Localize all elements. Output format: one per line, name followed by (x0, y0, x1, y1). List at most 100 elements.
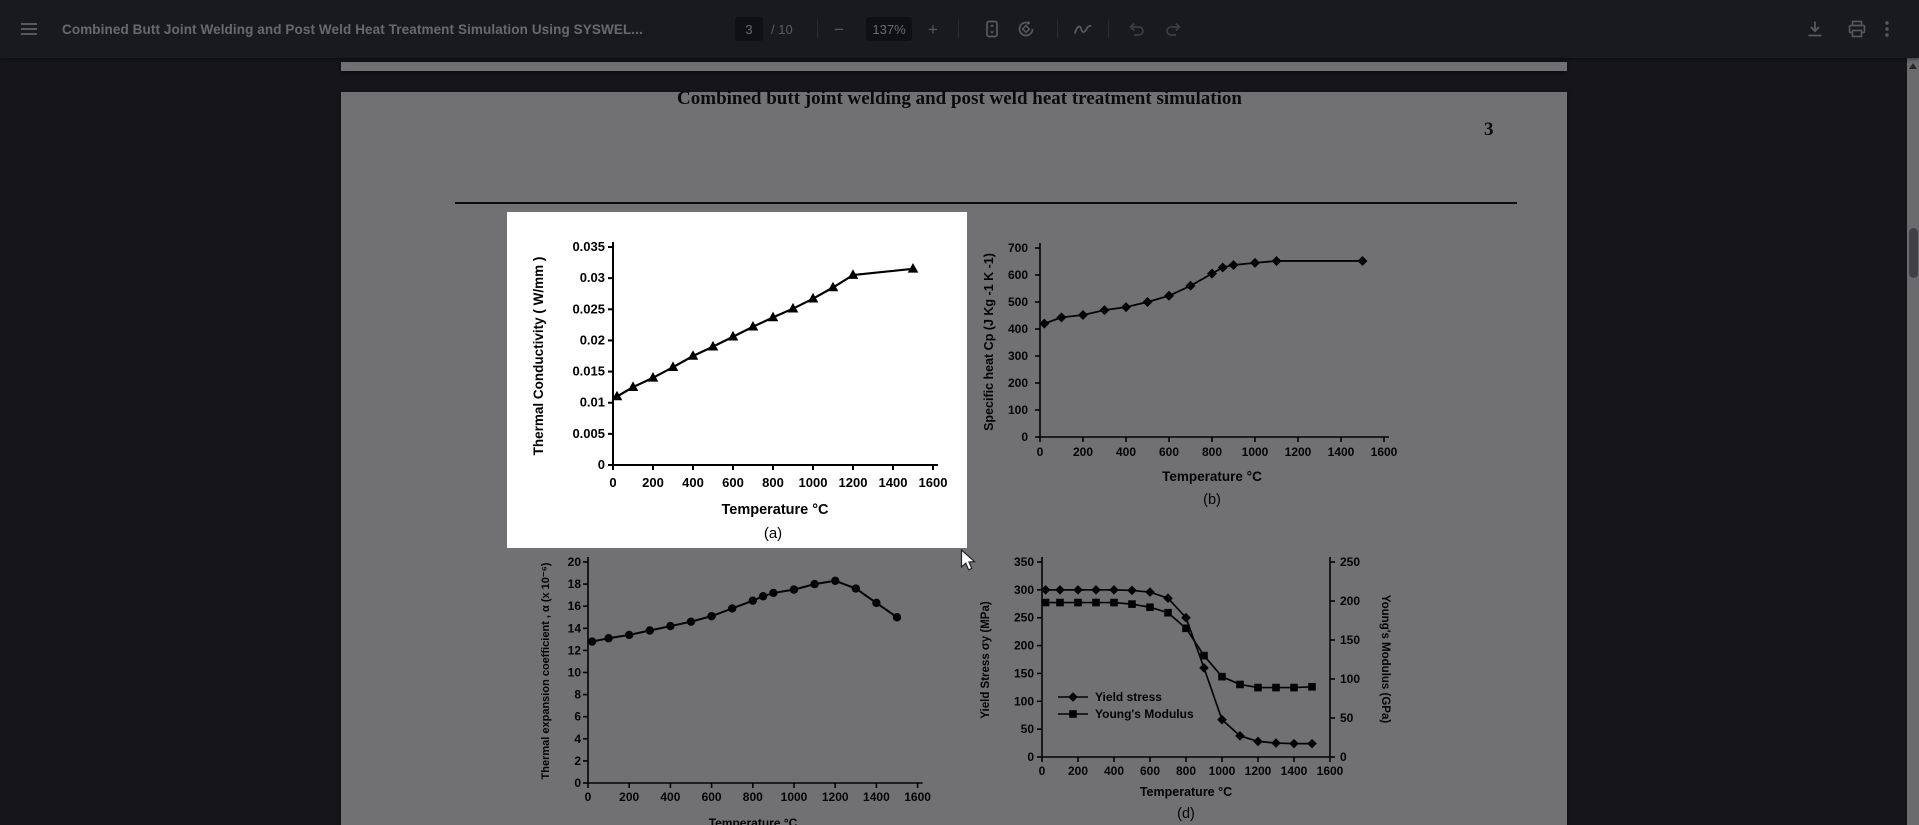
zoom-level-input[interactable]: 137% (866, 17, 912, 41)
svg-text:10: 10 (568, 666, 582, 680)
svg-text:0: 0 (1021, 430, 1028, 444)
svg-text:1000: 1000 (781, 790, 808, 804)
svg-text:(d): (d) (1177, 806, 1195, 822)
svg-text:1000: 1000 (1242, 445, 1269, 459)
svg-text:500: 500 (1008, 295, 1028, 309)
scrollbar-thumb[interactable] (1909, 228, 1918, 278)
fit-to-page-icon (982, 19, 1002, 39)
svg-text:200: 200 (619, 790, 639, 804)
svg-text:200: 200 (1340, 594, 1360, 608)
svg-text:350: 350 (1014, 555, 1034, 569)
svg-text:1600: 1600 (904, 790, 931, 804)
download-button[interactable] (1800, 14, 1830, 44)
svg-text:1200: 1200 (1285, 445, 1312, 459)
more-options-button[interactable] (1872, 14, 1902, 44)
svg-text:100: 100 (1014, 694, 1034, 708)
toolbar-separator (1057, 20, 1058, 38)
page-number-input[interactable]: 3 (735, 17, 763, 41)
chart-c: 0200400600800100012001400160002468101214… (540, 555, 931, 825)
svg-text:1400: 1400 (879, 475, 908, 490)
svg-text:400: 400 (682, 475, 704, 490)
scrollbar-up-arrow-icon[interactable] (1907, 60, 1919, 72)
svg-text:1400: 1400 (1328, 445, 1355, 459)
svg-text:200: 200 (642, 475, 664, 490)
svg-text:(a): (a) (764, 525, 782, 542)
svg-text:1400: 1400 (1281, 764, 1308, 778)
svg-text:1200: 1200 (1245, 764, 1272, 778)
svg-text:4: 4 (574, 732, 581, 746)
svg-text:Temperature °C: Temperature °C (721, 502, 829, 518)
svg-text:200: 200 (1068, 764, 1088, 778)
figure-material-property-charts: 0200400600800100012001400160000.0050.010… (0, 0, 1919, 825)
svg-text:400: 400 (660, 790, 680, 804)
svg-text:800: 800 (1202, 445, 1222, 459)
svg-text:Temperature °C: Temperature °C (1140, 785, 1232, 799)
svg-text:100: 100 (1008, 403, 1028, 417)
svg-text:1000: 1000 (1209, 764, 1236, 778)
svg-text:0.02: 0.02 (580, 332, 605, 347)
svg-text:50: 50 (1021, 722, 1035, 736)
svg-text:14: 14 (568, 621, 582, 635)
svg-text:1400: 1400 (863, 790, 890, 804)
menu-button[interactable] (14, 14, 44, 44)
toolbar-separator (1108, 20, 1109, 38)
undo-button[interactable] (1121, 14, 1151, 44)
chart-d: 0200400600800100012001400160005010015020… (980, 555, 1391, 822)
svg-text:Thermal expansion coefficient: Thermal expansion coefficient , α (x 10⁻… (540, 562, 552, 779)
svg-text:0: 0 (609, 475, 616, 490)
svg-text:Temperature °C: Temperature °C (1162, 469, 1262, 484)
svg-text:800: 800 (1176, 764, 1196, 778)
svg-text:0: 0 (1027, 750, 1034, 764)
rotate-button[interactable] (1011, 14, 1041, 44)
svg-text:0.005: 0.005 (572, 426, 605, 441)
svg-text:0: 0 (1340, 750, 1347, 764)
svg-text:1200: 1200 (822, 790, 849, 804)
svg-text:Specific heat Cp (J Kg -1 K -1: Specific heat Cp (J Kg -1 K -1) (982, 253, 996, 431)
zoom-in-button[interactable]: + (918, 14, 948, 44)
toolbar-separator (958, 20, 959, 38)
undo-icon (1126, 19, 1146, 39)
svg-text:250: 250 (1014, 611, 1034, 625)
svg-text:600: 600 (1140, 764, 1160, 778)
svg-text:0.01: 0.01 (580, 395, 605, 410)
svg-text:1600: 1600 (1317, 764, 1344, 778)
svg-text:0: 0 (574, 776, 581, 790)
fit-to-page-button[interactable] (977, 14, 1007, 44)
svg-text:Temperature °C: Temperature °C (709, 816, 798, 825)
redo-icon (1164, 19, 1184, 39)
chart-b: 0200400600800100012001400160001002003004… (982, 241, 1398, 508)
svg-text:(b): (b) (1203, 492, 1221, 508)
svg-text:600: 600 (1008, 268, 1028, 282)
svg-text:150: 150 (1340, 633, 1360, 647)
redo-button[interactable] (1159, 14, 1189, 44)
svg-text:12: 12 (568, 643, 582, 657)
zoom-out-button[interactable]: − (824, 14, 854, 44)
svg-text:Yield stress: Yield stress (1095, 690, 1162, 704)
svg-text:0.03: 0.03 (580, 270, 605, 285)
vertical-scrollbar[interactable] (1907, 58, 1919, 825)
svg-text:600: 600 (702, 790, 722, 804)
hamburger-icon (20, 20, 38, 38)
print-button[interactable] (1842, 14, 1872, 44)
svg-text:1000: 1000 (799, 475, 828, 490)
svg-text:18: 18 (568, 577, 582, 591)
zoom-level-value: 137% (872, 22, 905, 37)
svg-text:0: 0 (1037, 445, 1044, 459)
page-number-value: 3 (745, 22, 752, 37)
svg-text:800: 800 (762, 475, 784, 490)
svg-text:2: 2 (574, 754, 581, 768)
svg-text:600: 600 (1159, 445, 1179, 459)
svg-text:20: 20 (568, 555, 582, 569)
svg-text:Young's Modulus (GPa): Young's Modulus (GPa) (1379, 595, 1391, 724)
svg-text:200: 200 (1014, 639, 1034, 653)
svg-text:0.015: 0.015 (572, 364, 605, 379)
svg-text:300: 300 (1014, 583, 1034, 597)
document-title: Combined Butt Joint Welding and Post Wel… (62, 0, 643, 58)
print-icon (1847, 19, 1867, 39)
svg-text:200: 200 (1008, 376, 1028, 390)
annotate-button[interactable] (1068, 14, 1098, 44)
svg-text:1600: 1600 (919, 475, 948, 490)
pdf-toolbar: Combined Butt Joint Welding and Post Wel… (0, 0, 1919, 58)
vertical-dots-icon (1877, 19, 1897, 39)
chart-a: 0200400600800100012001400160000.0050.010… (531, 239, 947, 542)
